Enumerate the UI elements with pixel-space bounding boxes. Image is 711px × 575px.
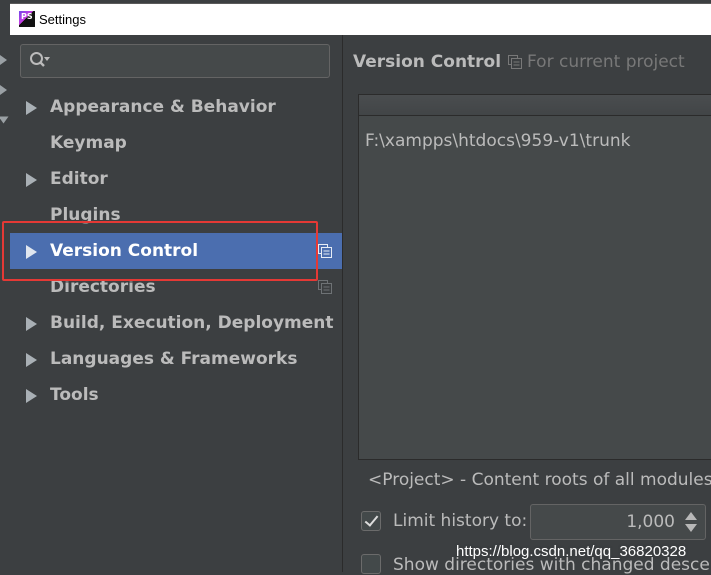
project-scope-icon	[318, 244, 332, 258]
expand-triangle-icon[interactable]	[26, 317, 37, 331]
vcs-mappings-table[interactable]: F:\xampps\htdocs\959-v1\trunk	[358, 94, 711, 460]
collapse-arrow-icon	[0, 116, 9, 124]
sidebar-item-build-execution-deployment[interactable]: Build, Execution, Deployment	[10, 305, 342, 341]
sidebar-item-label: Keymap	[50, 133, 127, 153]
limit-history-label[interactable]: Limit history to:	[393, 511, 527, 531]
expand-arrow-icon	[0, 85, 7, 95]
title-bar: PS Settings	[0, 0, 711, 36]
sidebar-item-tools[interactable]: Tools	[10, 377, 342, 413]
limit-history-value[interactable]: 1,000	[626, 512, 675, 532]
table-row[interactable]: F:\xampps\htdocs\959-v1\trunk	[365, 131, 630, 151]
settings-search-field[interactable]	[20, 44, 330, 78]
sidebar-item-label: Tools	[50, 385, 99, 405]
phpstorm-app-icon: PS	[19, 11, 35, 27]
sidebar-item-label: Appearance & Behavior	[50, 97, 276, 117]
limit-history-checkbox[interactable]	[361, 511, 381, 531]
background-window-strip	[0, 35, 10, 572]
project-scope-icon	[318, 280, 332, 294]
search-icon[interactable]	[29, 51, 51, 71]
table-header[interactable]	[359, 95, 711, 116]
sidebar-item-appearance-behavior[interactable]: Appearance & Behavior	[10, 89, 342, 125]
scope-note: For current project	[527, 52, 685, 72]
spinner-up-arrow-icon[interactable]	[685, 512, 697, 520]
expand-triangle-icon[interactable]	[26, 389, 37, 403]
show-directories-checkbox[interactable]	[361, 554, 381, 574]
watermark-text: https://blog.csdn.net/qq_36820328	[456, 543, 687, 560]
app-icon-text: PS	[21, 12, 33, 21]
window-title: Settings	[39, 12, 86, 27]
project-scope-icon	[508, 55, 522, 69]
expand-triangle-icon[interactable]	[26, 173, 37, 187]
title-bar-surface: PS Settings	[10, 3, 711, 36]
page-title: Version Control	[353, 52, 502, 72]
highlight-annotation-box	[2, 221, 318, 281]
sidebar-item-editor[interactable]: Editor	[10, 161, 342, 197]
sidebar-item-label: Build, Execution, Deployment	[50, 313, 334, 333]
expand-triangle-icon[interactable]	[26, 353, 37, 367]
sidebar-item-languages-frameworks[interactable]: Languages & Frameworks	[10, 341, 342, 377]
project-roots-note: <Project> - Content roots of all modules…	[368, 470, 711, 490]
limit-history-spinner[interactable]: 1,000	[530, 504, 706, 540]
expand-triangle-icon[interactable]	[26, 101, 37, 115]
expand-arrow-icon	[0, 55, 7, 65]
sidebar-item-keymap[interactable]: Keymap	[10, 125, 342, 161]
spinner-down-arrow-icon[interactable]	[685, 524, 697, 532]
sidebar-item-label: Editor	[50, 169, 108, 189]
sidebar-item-label: Languages & Frameworks	[50, 349, 298, 369]
